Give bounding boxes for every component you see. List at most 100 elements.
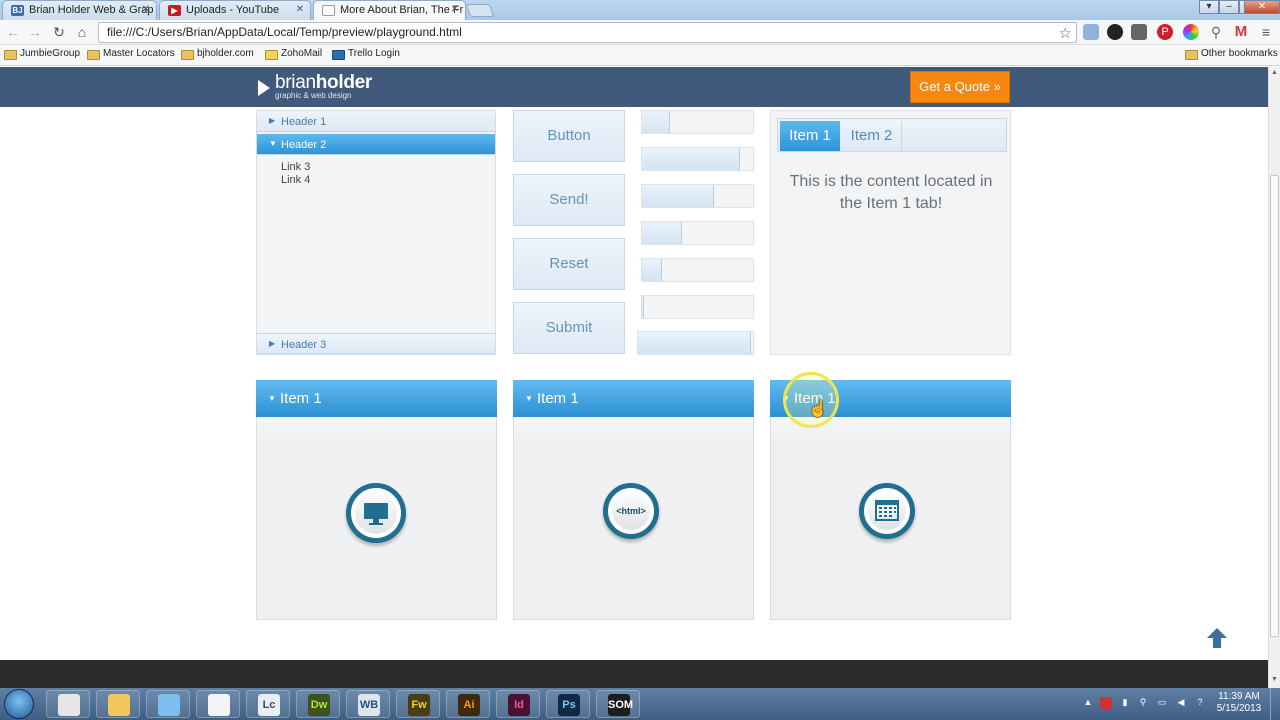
page-scrollbar[interactable]: ▲ ▼: [1268, 67, 1280, 688]
tray-signal-icon[interactable]: ▮: [1119, 697, 1131, 709]
accordion-link[interactable]: Link 3: [281, 161, 310, 173]
tray-alert-icon[interactable]: [1100, 697, 1112, 709]
monitor-glyph: [364, 503, 388, 525]
scroll-down-arrow-icon[interactable]: ▼: [1271, 676, 1278, 683]
play-triangle-icon: [258, 80, 270, 96]
taskbar-app-installer[interactable]: [146, 690, 190, 718]
taskbar-app-illustrator[interactable]: Ai: [446, 690, 490, 718]
acrobat-icon: [208, 694, 230, 716]
button-button[interactable]: Button: [513, 110, 625, 162]
gmail-icon[interactable]: M: [1233, 24, 1249, 40]
icon-disc: [868, 492, 906, 530]
show-desktop-button[interactable]: [1270, 688, 1280, 720]
tab-close-icon[interactable]: ✕: [451, 4, 459, 15]
taskbar-app-photoshop[interactable]: Ps: [546, 690, 590, 718]
tab-item-2[interactable]: Item 2: [842, 121, 902, 151]
tabs-widget: Item 1 Item 2 This is the content locate…: [770, 110, 1011, 355]
search-icon[interactable]: ⚲: [1208, 24, 1224, 40]
rss-icon[interactable]: [1083, 24, 1099, 40]
bookmark-other[interactable]: Other bookmarks: [1185, 48, 1278, 60]
illustrator-icon: Ai: [458, 694, 480, 716]
taskbar-app-dreamweaver[interactable]: Dw: [296, 690, 340, 718]
taskbar-app-webboard[interactable]: WB: [346, 690, 390, 718]
menu-icon[interactable]: ≡: [1258, 24, 1274, 40]
forward-arrow-icon[interactable]: →: [26, 23, 44, 41]
page-favicon-icon: [322, 5, 335, 16]
item-panel: ▼ Item 1 <html>: [513, 380, 754, 620]
scrollbar-thumb[interactable]: [1270, 175, 1279, 637]
pinterest-icon[interactable]: P: [1157, 24, 1173, 40]
browser-tab-youtube[interactable]: ▶ Uploads - YouTube ✕: [159, 0, 311, 20]
accordion-link[interactable]: Link 4: [281, 174, 310, 186]
tray-expand-icon[interactable]: ▲: [1082, 697, 1094, 709]
get-a-quote-button[interactable]: Get a Quote »: [910, 71, 1010, 103]
bookmark-zohomail[interactable]: ZohoMail: [265, 48, 323, 60]
taskbar-app-acrobat[interactable]: [196, 690, 240, 718]
color-wheel-icon[interactable]: [1183, 24, 1199, 40]
html-icon: <html>: [603, 483, 659, 539]
tab-item-1[interactable]: Item 1: [780, 121, 840, 151]
accordion-header-3[interactable]: ▶ Header 3: [257, 333, 495, 354]
windows-start-button[interactable]: [4, 689, 34, 719]
bookmark-star-icon[interactable]: ☆: [1059, 24, 1072, 42]
taskbar-app-explorer[interactable]: [96, 690, 140, 718]
progress-fill: [638, 332, 751, 354]
tab-close-icon[interactable]: ✕: [142, 4, 150, 15]
bookmark-label: Trello Login: [348, 48, 400, 59]
back-to-top-arrow-icon[interactable]: [1206, 627, 1228, 649]
taskbar-app-indesign[interactable]: Id: [496, 690, 540, 718]
accordion-header-1[interactable]: ▶ Header 1: [257, 111, 495, 132]
photoshop-icon: Ps: [558, 694, 580, 716]
panel-header[interactable]: ▼ Item 1: [256, 380, 497, 417]
close-window-button[interactable]: ✕: [1244, 0, 1280, 14]
bookmark-jumbiegroup[interactable]: JumbieGroup: [4, 48, 80, 60]
accordion-header-2[interactable]: ▼ Header 2: [257, 134, 495, 155]
bookmark-trello[interactable]: Trello Login: [332, 48, 400, 60]
youtube-favicon-icon: ▶: [168, 5, 181, 16]
reset-button[interactable]: Reset: [513, 238, 625, 290]
user-icon[interactable]: ▾: [1199, 0, 1219, 14]
tray-volume-icon[interactable]: ◀: [1175, 697, 1187, 709]
webboard-icon: WB: [358, 694, 380, 716]
taskbar-app-livecycle[interactable]: Lc: [246, 690, 290, 718]
bookmark-label: bjholder.com: [197, 48, 254, 59]
bookmark-label: ZohoMail: [281, 48, 323, 59]
home-icon[interactable]: ⌂: [73, 23, 91, 41]
tab-strip: BJ Brian Holder Web & Grap ✕ ▶ Uploads -…: [0, 0, 1280, 21]
send-button[interactable]: Send!: [513, 174, 625, 226]
taskbar-app-som[interactable]: SOM: [596, 690, 640, 718]
panel-header[interactable]: ▼ Item 1: [513, 380, 754, 417]
progress-bar: [641, 258, 754, 282]
tray-network-icon[interactable]: ▭: [1156, 697, 1168, 709]
caret-down-icon: ▼: [525, 394, 533, 403]
reload-icon[interactable]: ↻: [50, 23, 68, 41]
accordion-header-label: Header 3: [281, 339, 327, 351]
bookmark-label: Other bookmarks: [1201, 48, 1278, 59]
tab-title: Brian Holder Web & Grap: [29, 4, 154, 16]
tab-close-icon[interactable]: ✕: [296, 4, 304, 15]
address-bar[interactable]: file:///C:/Users/Brian/AppData/Local/Tem…: [98, 22, 1077, 43]
tray-help-icon[interactable]: ?: [1194, 697, 1206, 709]
camera-icon[interactable]: [1131, 24, 1147, 40]
calendar-icon: [859, 483, 915, 539]
tray-usb-icon[interactable]: ⚲: [1137, 697, 1149, 709]
taskbar-app-fireworks[interactable]: Fw: [396, 690, 440, 718]
taskbar-app-chrome[interactable]: [46, 690, 90, 718]
browser-toolbar: ← → ↻ ⌂ file:///C:/Users/Brian/AppData/L…: [0, 20, 1280, 45]
back-arrow-icon[interactable]: ←: [4, 23, 22, 41]
browser-icon[interactable]: [1107, 24, 1123, 40]
bookmark-master-locators[interactable]: Master Locators: [87, 48, 175, 60]
taskbar-clock[interactable]: 11:39 AM 5/15/2013: [1214, 691, 1264, 715]
submit-button[interactable]: Submit: [513, 302, 625, 354]
browser-tab-brianholder[interactable]: BJ Brian Holder Web & Grap ✕: [2, 0, 157, 20]
minimize-button[interactable]: –: [1219, 0, 1239, 14]
site-header: brianholder graphic & web design Get a Q…: [0, 67, 1268, 107]
new-tab-button[interactable]: [465, 4, 495, 17]
html-icon-label: <html>: [612, 492, 650, 530]
scroll-up-arrow-icon[interactable]: ▲: [1271, 69, 1278, 76]
tab-content: This is the content located in the Item …: [789, 173, 993, 212]
site-footer: [0, 660, 1268, 688]
clock-date: 5/15/2013: [1216, 703, 1262, 714]
browser-tab-active[interactable]: More About Brian, The Fr ✕: [313, 0, 466, 21]
bookmark-bjholder[interactable]: bjholder.com: [181, 48, 254, 60]
